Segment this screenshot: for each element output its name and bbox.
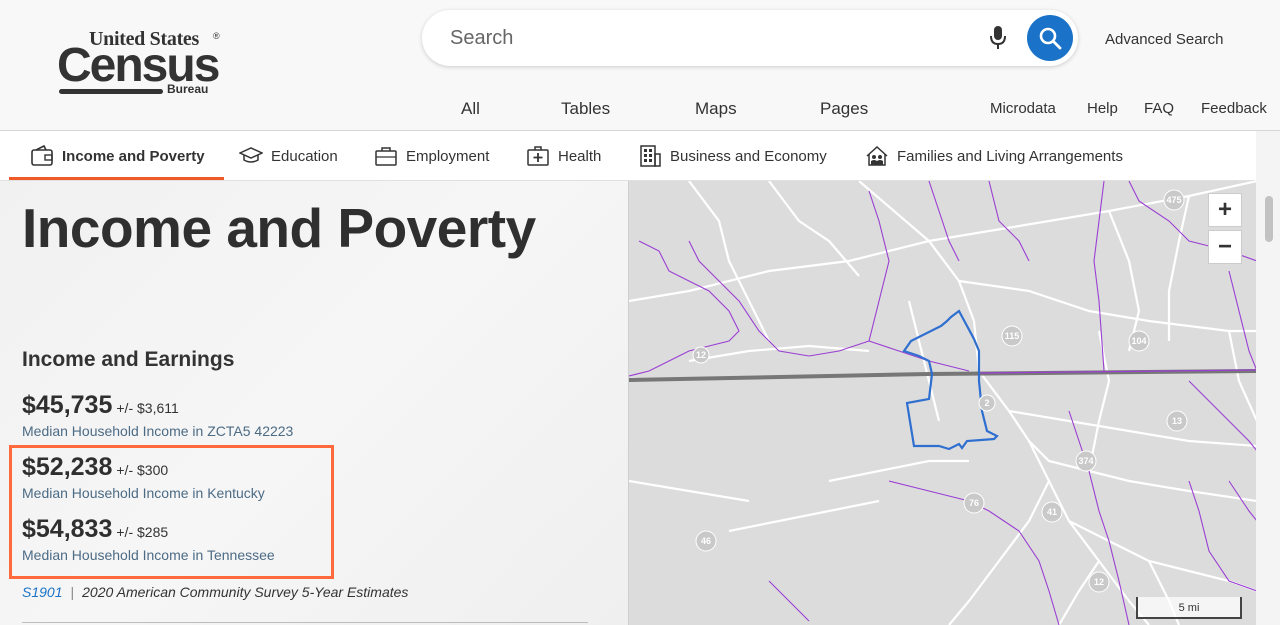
page: United States ® Census Bureau Search Adv… <box>0 0 1280 625</box>
stat-moe: +/- $3,611 <box>116 400 179 416</box>
microphone-icon[interactable] <box>988 24 1008 52</box>
map-view[interactable]: 475 115 104 12 2 13 374 76 41 46 12 <box>628 181 1256 625</box>
map-canvas: 475 115 104 12 2 13 374 76 41 46 12 <box>629 181 1256 625</box>
svg-text:12: 12 <box>1094 577 1104 587</box>
tab-maps[interactable]: Maps <box>695 99 737 119</box>
stat-value: $45,735 <box>22 391 113 419</box>
stat-label-zcta[interactable]: Median Household Income in ZCTA5 42223 <box>22 423 293 439</box>
separator: | <box>70 584 75 600</box>
svg-text:104: 104 <box>1131 336 1146 346</box>
active-topic-indicator <box>9 177 224 180</box>
svg-text:76: 76 <box>969 498 979 508</box>
topic-label: Education <box>271 147 338 165</box>
table-code-link[interactable]: S1901 <box>22 584 62 600</box>
divider <box>22 622 588 623</box>
tab-pages[interactable]: Pages <box>820 99 868 119</box>
page-title: Income and Poverty <box>22 197 536 259</box>
svg-text:12: 12 <box>696 350 706 360</box>
medical-kit-icon <box>527 146 549 166</box>
topic-bar: Income and Poverty Education Employment <box>0 131 1255 181</box>
svg-text:13: 13 <box>1172 416 1182 426</box>
stat-value-zcta: $45,735 +/- $3,611 <box>22 391 179 420</box>
svg-text:115: 115 <box>1005 331 1020 341</box>
map-scale-bar: 5 mi <box>1136 597 1242 619</box>
building-icon <box>640 145 661 167</box>
advanced-search-link[interactable]: Advanced Search <box>1105 31 1223 48</box>
topic-health[interactable]: Health <box>526 131 601 181</box>
topic-employment[interactable]: Employment <box>374 131 489 181</box>
topic-label: Income and Poverty <box>62 147 205 165</box>
svg-text:475: 475 <box>1166 195 1181 205</box>
search-button[interactable] <box>1027 15 1073 61</box>
topic-label: Business and Economy <box>670 147 827 165</box>
house-family-icon <box>866 145 888 166</box>
wallet-icon <box>31 144 53 166</box>
svg-text:41: 41 <box>1047 507 1057 517</box>
zoom-out-button[interactable]: − <box>1208 230 1242 264</box>
site-header: United States ® Census Bureau Search Adv… <box>0 0 1280 131</box>
svg-text:2: 2 <box>984 398 989 408</box>
scrollbar-thumb[interactable] <box>1265 196 1273 242</box>
census-logo[interactable]: United States ® Census Bureau <box>57 28 227 100</box>
microdata-link[interactable]: Microdata <box>990 100 1056 117</box>
search-bar <box>422 10 1078 66</box>
topic-income-and-poverty[interactable]: Income and Poverty <box>30 131 205 181</box>
briefcase-icon <box>375 147 397 166</box>
graduation-cap-icon <box>239 147 263 163</box>
source-citation: S1901 | 2020 American Community Survey 5-Y… <box>22 584 408 600</box>
zoom-in-button[interactable]: + <box>1208 193 1242 227</box>
topic-families-and-living-arrangements[interactable]: Families and Living Arrangements <box>865 131 1123 181</box>
logo-line3: Bureau <box>167 82 209 96</box>
svg-text:46: 46 <box>701 536 711 546</box>
topic-label: Health <box>558 147 602 165</box>
topic-label: Employment <box>406 147 490 165</box>
topic-education[interactable]: Education <box>239 131 338 181</box>
tab-tables[interactable]: Tables <box>561 99 610 119</box>
search-icon <box>1039 27 1062 50</box>
highlight-box <box>9 445 334 579</box>
section-title: Income and Earnings <box>22 348 235 371</box>
faq-link[interactable]: FAQ <box>1144 100 1174 117</box>
topic-business-and-economy[interactable]: Business and Economy <box>638 131 827 181</box>
logo-underline <box>59 89 163 94</box>
help-link[interactable]: Help <box>1087 100 1118 117</box>
feedback-link[interactable]: Feedback <box>1201 100 1267 117</box>
topic-label: Families and Living Arrangements <box>897 147 1123 165</box>
search-input[interactable] <box>450 24 970 52</box>
svg-text:374: 374 <box>1078 456 1093 466</box>
survey-name: 2020 American Community Survey 5-Year Es… <box>82 584 409 600</box>
tab-all[interactable]: All <box>461 99 480 119</box>
